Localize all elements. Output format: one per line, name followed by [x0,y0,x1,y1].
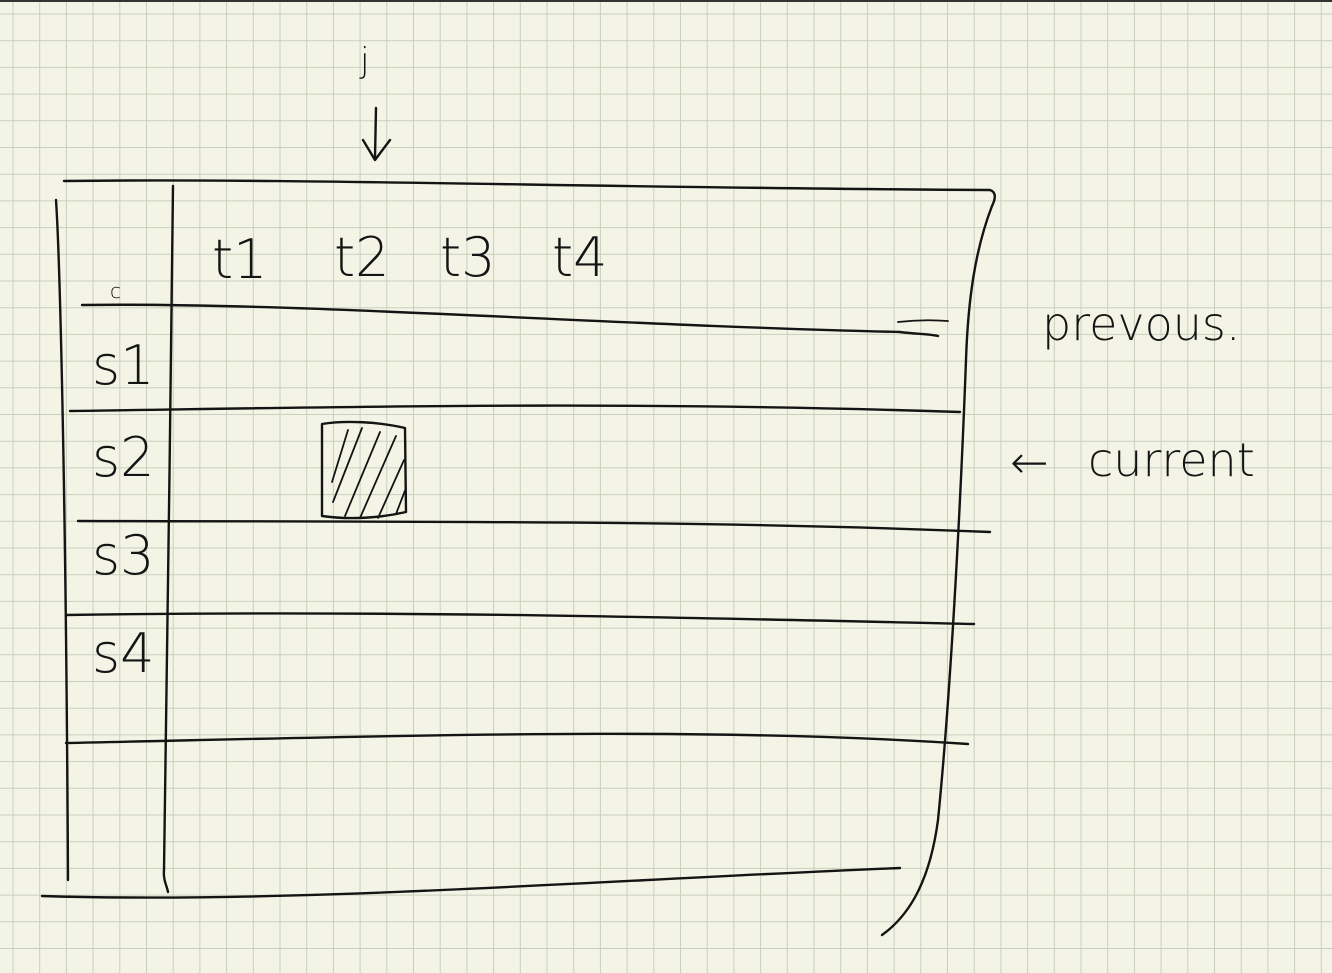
current-arrow-icon: ← [1010,435,1049,489]
column-header-t2: t2 [334,226,390,289]
column-header-t1: t1 [212,228,268,291]
row-header-s3: s3 [92,524,155,587]
notebook-page: j c t1 t2 t3 t4 s1 s2 s3 s4 prevous. ← c… [0,0,1332,973]
row-header-s2: s2 [92,426,155,489]
current-annotation: current [1088,433,1255,487]
pointer-label-j: j [359,41,369,81]
previous-annotation: prevous. [1042,297,1241,351]
corner-mark: c [110,279,121,303]
column-header-t4: t4 [552,226,608,289]
row-header-s1: s1 [92,334,155,397]
column-header-t3: t3 [440,226,496,289]
row-header-s4: s4 [92,622,155,685]
